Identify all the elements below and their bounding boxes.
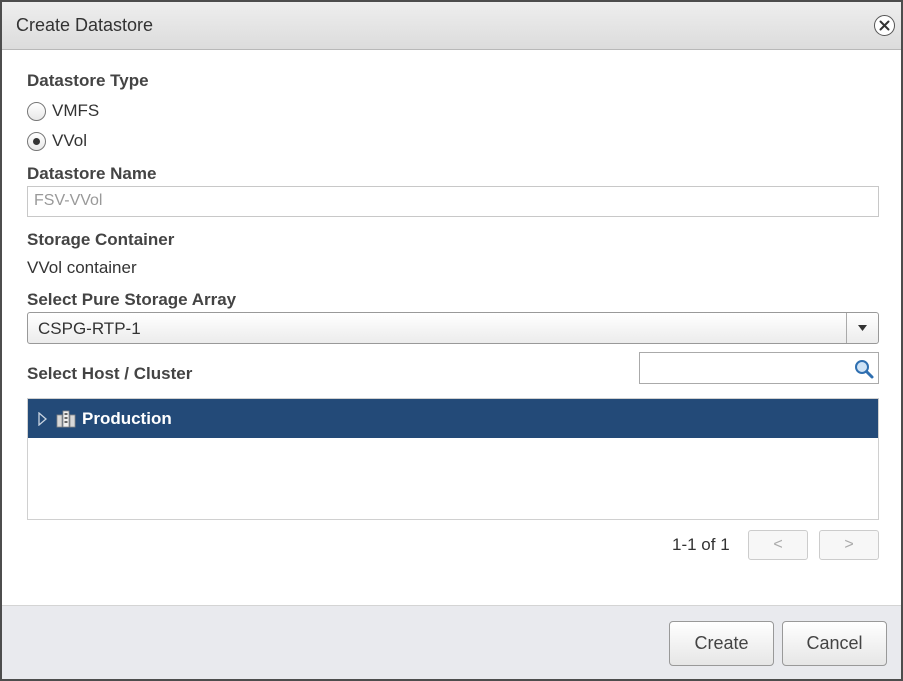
close-icon	[879, 20, 890, 31]
host-cluster-tree: Production	[27, 398, 879, 520]
pager-count: 1-1 of 1	[672, 535, 730, 554]
chevron-down-icon	[858, 325, 867, 331]
radio-button-vvol[interactable]	[27, 131, 46, 151]
pager-prev-button[interactable]: <	[748, 530, 808, 560]
host-cluster-label: Select Host / Cluster	[27, 364, 193, 383]
create-button[interactable]: Create	[669, 621, 774, 666]
array-select-value: CSPG-RTP-1	[38, 319, 141, 338]
dialog-titlebar: Create Datastore	[2, 2, 901, 50]
datastore-name-input[interactable]: FSV-VVol	[27, 186, 879, 217]
storage-container-value: VVol container	[27, 258, 137, 277]
array-select-label: Select Pure Storage Array	[27, 290, 237, 309]
radio-vvol-label: VVol	[52, 131, 87, 150]
pager-next-button[interactable]: >	[819, 530, 879, 560]
datastore-name-label: Datastore Name	[27, 164, 157, 183]
dropdown-arrow-button[interactable]	[846, 313, 878, 343]
expand-arrow-icon[interactable]	[38, 411, 50, 427]
storage-container-label: Storage Container	[27, 230, 175, 249]
cancel-button[interactable]: Cancel	[782, 621, 887, 666]
tree-item-production[interactable]: Production	[28, 399, 878, 438]
radio-selected-dot	[33, 137, 40, 145]
radio-vmfs-label: VMFS	[52, 101, 100, 120]
cluster-icon	[56, 410, 76, 427]
create-datastore-dialog: Create Datastore Datastore Type VMFS VVo…	[0, 0, 903, 681]
host-cluster-search-input[interactable]	[639, 352, 879, 384]
array-select-dropdown[interactable]: CSPG-RTP-1	[27, 312, 879, 344]
dialog-footer: Create Cancel	[2, 605, 901, 679]
dialog-title: Create Datastore	[16, 15, 154, 35]
radio-button-vmfs[interactable]	[27, 101, 46, 121]
radio-vmfs[interactable]: VMFS	[27, 101, 99, 121]
radio-vvol[interactable]: VVol	[27, 131, 87, 151]
datastore-type-label: Datastore Type	[27, 71, 149, 90]
tree-item-label: Production	[82, 408, 172, 428]
search-icon[interactable]	[853, 358, 875, 380]
close-button[interactable]	[874, 15, 895, 36]
